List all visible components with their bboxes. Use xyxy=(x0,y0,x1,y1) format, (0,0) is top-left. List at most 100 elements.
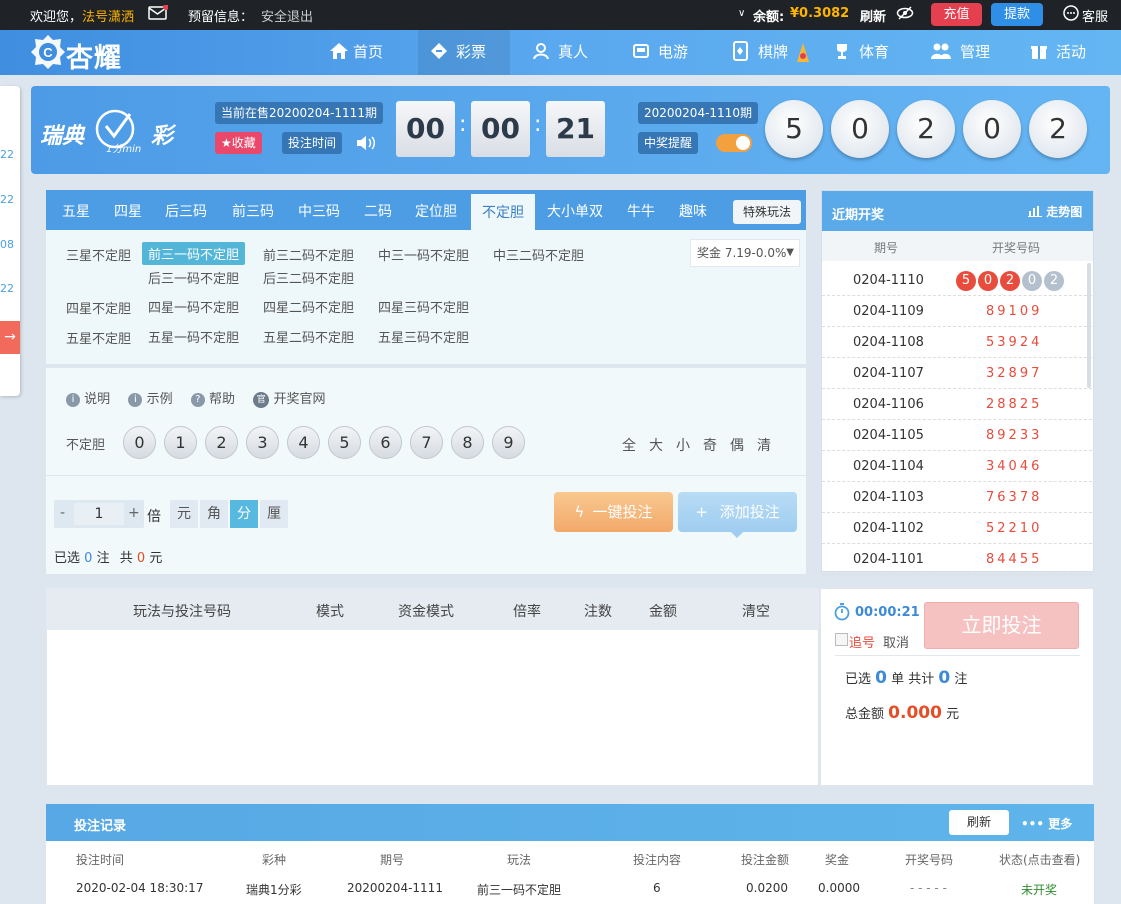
tab-last-three[interactable]: 后三码 xyxy=(165,190,207,230)
unit-yuan[interactable]: 元 xyxy=(170,500,198,528)
nav-item-events[interactable]: 活动 xyxy=(1030,30,1110,75)
win-alert-toggle[interactable] xyxy=(716,134,752,152)
number-ball-8[interactable]: 8 xyxy=(451,426,484,459)
clear-cart-button[interactable]: 清空 xyxy=(742,601,770,621)
subplay-option[interactable]: 后三二码不定胆 xyxy=(263,268,354,287)
unit-jiao[interactable]: 角 xyxy=(200,500,228,528)
arrow-right-icon[interactable]: → xyxy=(0,321,20,354)
subplay-option[interactable]: 前三一码不定胆 xyxy=(142,242,246,265)
quick-select-big[interactable]: 大 xyxy=(649,435,663,455)
subplay-option[interactable]: 中三一码不定胆 xyxy=(378,245,469,264)
username[interactable]: 法号潇洒 xyxy=(82,6,134,25)
unit-fen[interactable]: 分 xyxy=(230,500,258,528)
tab-unfixed[interactable]: 不定胆 xyxy=(471,194,535,230)
bet-time-button[interactable]: 投注时间 xyxy=(282,132,343,154)
nav-item-lottery[interactable]: 彩票 xyxy=(418,30,510,75)
chase-label[interactable]: 追号 xyxy=(849,632,875,651)
tab-niuniu[interactable]: 牛牛 xyxy=(627,190,655,230)
subplay-option[interactable]: 四星一码不定胆 xyxy=(148,297,239,316)
logout-link[interactable]: 安全退出 xyxy=(261,6,313,25)
submit-bet-button[interactable]: 立即投注 xyxy=(924,602,1079,649)
countdown-hours: 00 xyxy=(396,101,455,157)
quick-select-even[interactable]: 偶 xyxy=(730,435,744,455)
number-ball-2[interactable]: 2 xyxy=(205,426,238,459)
prize-select[interactable]: 奖金 7.19-0.0% ▼ xyxy=(690,239,800,267)
subplay-option[interactable]: 中三二码不定胆 xyxy=(493,245,584,264)
number-ball-9[interactable]: 9 xyxy=(492,426,525,459)
withdraw-button[interactable]: 提款 xyxy=(991,3,1043,26)
slot-machine-icon xyxy=(633,44,649,58)
favorite-button[interactable]: ★收藏 xyxy=(215,132,262,154)
tab-first-three[interactable]: 前三码 xyxy=(232,190,274,230)
unit-li[interactable]: 厘 xyxy=(260,500,288,528)
trend-chart-link[interactable]: 走势图 xyxy=(1028,203,1082,220)
nav-item-live[interactable]: 真人 xyxy=(532,30,612,75)
tab-position[interactable]: 定位胆 xyxy=(415,190,457,230)
recharge-button[interactable]: 充值 xyxy=(931,3,982,26)
side-item[interactable]: 08 xyxy=(0,238,14,251)
quick-select-odd[interactable]: 奇 xyxy=(703,435,717,455)
chase-checkbox[interactable] xyxy=(835,633,848,646)
multiplier-input[interactable]: 1 xyxy=(74,503,124,525)
nav-item-slots[interactable]: 电游 xyxy=(632,30,712,75)
one-click-bet-button[interactable]: ϟ 一键投注 xyxy=(554,492,673,532)
logo[interactable]: C 杏耀 xyxy=(30,33,140,73)
subplay-option[interactable]: 四星三码不定胆 xyxy=(378,297,469,316)
example-link[interactable]: 示例 xyxy=(147,392,173,407)
add-bet-button[interactable]: + 添加投注 xyxy=(678,492,797,532)
tab-five-star[interactable]: 五星 xyxy=(62,190,90,230)
number-ball-6[interactable]: 6 xyxy=(369,426,402,459)
tab-big-small[interactable]: 大小单双 xyxy=(547,190,603,230)
help-link[interactable]: 帮助 xyxy=(209,392,235,407)
subplay-group-label: 四星不定胆 xyxy=(66,302,132,317)
service-link[interactable]: 客服 xyxy=(1082,6,1108,25)
help-links: i 说明 i 示例 ? 帮助 官 开奖官网 xyxy=(66,388,325,408)
record-status[interactable]: 未开奖 xyxy=(1021,881,1057,898)
subplay-option[interactable]: 后三一码不定胆 xyxy=(148,268,239,287)
tab-four-star[interactable]: 四星 xyxy=(114,190,142,230)
records-more-link[interactable]: ••• 更多 xyxy=(1021,815,1072,832)
subplay-option[interactable]: 前三二码不定胆 xyxy=(263,245,354,264)
plus-button[interactable]: + xyxy=(128,505,140,521)
subplay-option[interactable]: 五星一码不定胆 xyxy=(148,327,239,346)
official-site-link[interactable]: 开奖官网 xyxy=(273,392,325,407)
side-item[interactable]: 22 xyxy=(0,148,14,161)
nav-item-cards[interactable]: 棋牌 xyxy=(732,30,817,75)
nav-item-sports[interactable]: 体育 xyxy=(833,30,913,75)
number-ball-4[interactable]: 4 xyxy=(287,426,320,459)
cancel-link[interactable]: 取消 xyxy=(883,632,909,651)
scrollbar[interactable] xyxy=(1087,263,1091,388)
records-refresh-button[interactable]: 刷新 xyxy=(949,810,1009,835)
nav-item-manage[interactable]: 管理 xyxy=(930,30,1010,75)
quick-select-all[interactable]: 全 xyxy=(622,435,636,455)
speaker-icon[interactable] xyxy=(355,134,377,156)
subplay-option[interactable]: 四星二码不定胆 xyxy=(263,297,354,316)
refresh-link[interactable]: 刷新 xyxy=(860,6,886,25)
tab-fun[interactable]: 趣味 xyxy=(679,190,707,230)
subplay-option[interactable]: 五星三码不定胆 xyxy=(378,327,469,346)
eye-off-icon[interactable] xyxy=(896,6,914,24)
minus-button[interactable]: - xyxy=(60,505,65,521)
number-ball-0[interactable]: 0 xyxy=(123,426,156,459)
chevron-down-icon[interactable]: ∨ xyxy=(738,8,745,19)
number-ball-1[interactable]: 1 xyxy=(164,426,197,459)
info-icon: i xyxy=(66,393,80,407)
tab-middle-three[interactable]: 中三码 xyxy=(298,190,340,230)
top-bar: 欢迎您， 法号潇洒 预留信息： 安全退出 ∨ 余额: ¥0.3082 刷新 充值… xyxy=(0,0,1121,30)
number-ball-7[interactable]: 7 xyxy=(410,426,443,459)
nav-item-home[interactable]: 首页 xyxy=(316,30,418,75)
tab-two[interactable]: 二码 xyxy=(364,190,392,230)
special-play-button[interactable]: 特殊玩法 xyxy=(733,200,802,224)
rules-link[interactable]: 说明 xyxy=(84,392,110,407)
side-item[interactable]: 22 xyxy=(0,193,14,206)
quick-select-clear[interactable]: 清 xyxy=(757,435,771,455)
number-ball-5[interactable]: 5 xyxy=(328,426,361,459)
current-sale-label: 当前在售20200204-1111期 xyxy=(215,102,383,124)
number-ball-3[interactable]: 3 xyxy=(246,426,279,459)
records-col: 投注时间 xyxy=(76,853,125,867)
mail-icon[interactable] xyxy=(148,4,169,25)
chat-icon[interactable] xyxy=(1063,5,1079,25)
subplay-option[interactable]: 五星二码不定胆 xyxy=(263,327,354,346)
quick-select-small[interactable]: 小 xyxy=(676,435,690,455)
side-item[interactable]: 22 xyxy=(0,282,14,295)
